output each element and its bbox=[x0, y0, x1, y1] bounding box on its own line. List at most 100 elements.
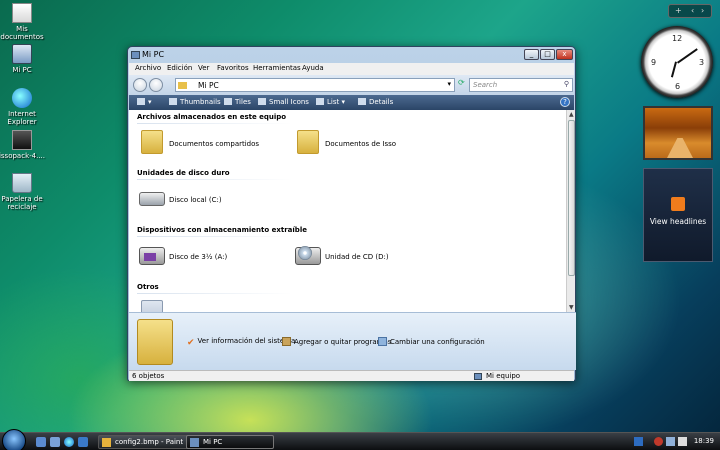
internet-explorer-icon bbox=[12, 88, 32, 108]
forward-button[interactable] bbox=[149, 78, 163, 92]
slideshow-gadget[interactable] bbox=[643, 106, 713, 160]
clock-gadget[interactable]: 12 3 6 9 bbox=[641, 26, 713, 98]
menu-bar: Archivo Edición Ver Favoritos Herramient… bbox=[129, 63, 574, 75]
view-list-button[interactable]: List ▾ bbox=[316, 98, 345, 106]
menu-ayuda[interactable]: Ayuda bbox=[302, 64, 324, 72]
rss-icon bbox=[671, 197, 685, 211]
vertical-scrollbar[interactable]: ▲ ▼ bbox=[566, 110, 575, 312]
chevron-down-icon[interactable]: ▾ bbox=[447, 80, 451, 88]
thumbnails-label: Thumbnails bbox=[180, 98, 221, 106]
view-small-icons-button[interactable]: Small Icons bbox=[258, 98, 309, 106]
security-icon[interactable] bbox=[654, 437, 663, 446]
desktop-icon-recycle-bin[interactable]: Papelera de reciclaje bbox=[0, 173, 48, 211]
window-titlebar[interactable]: Mi PC _ □ x bbox=[128, 47, 575, 63]
view-tiles-button[interactable]: Tiles bbox=[224, 98, 251, 106]
volume-icon[interactable] bbox=[678, 437, 687, 446]
item-label: Documentos de Isso bbox=[325, 140, 397, 148]
feed-headlines-gadget[interactable]: View headlines bbox=[643, 168, 713, 262]
other-item-partial[interactable] bbox=[137, 300, 167, 312]
address-bar[interactable]: Mi PC ▾ bbox=[175, 78, 455, 92]
language-icon[interactable] bbox=[634, 437, 643, 446]
switch-windows-icon[interactable] bbox=[50, 437, 60, 447]
group-header-removable-storage: Dispositivos con almacenamiento extraíbl… bbox=[137, 226, 307, 234]
start-button[interactable] bbox=[2, 429, 26, 450]
list-icon bbox=[316, 98, 324, 105]
task-add-remove-programs[interactable]: Agregar o quitar programas bbox=[282, 337, 391, 346]
menu-ver[interactable]: Ver bbox=[198, 64, 209, 72]
menu-archivo[interactable]: Archivo bbox=[135, 64, 161, 72]
computer-icon bbox=[131, 51, 140, 59]
scroll-up-icon[interactable]: ▲ bbox=[569, 111, 574, 118]
drive-item-cd-d[interactable]: Unidad de CD (D:) bbox=[293, 243, 443, 271]
desktop-icon-documents[interactable]: Mis documentos bbox=[0, 3, 48, 41]
task-label: Cambiar una configuración bbox=[390, 338, 485, 346]
taskbar-button-label: config2.bmp - Paint bbox=[115, 438, 184, 446]
minimize-button[interactable]: _ bbox=[524, 49, 539, 60]
clock-number-12: 12 bbox=[672, 34, 683, 43]
view-toolbar: ▾ Thumbnails Tiles Small Icons List ▾ De… bbox=[129, 95, 574, 110]
computer-icon bbox=[474, 373, 482, 380]
organize-button[interactable]: ▾ bbox=[137, 98, 152, 106]
drive-item-floppy-a[interactable]: Disco de 3½ (A:) bbox=[137, 243, 287, 271]
scrollbar-thumb[interactable] bbox=[568, 120, 575, 276]
cd-drive-icon bbox=[295, 246, 321, 265]
desktop-icon-computer[interactable]: Mi PC bbox=[0, 44, 48, 74]
explorer-window: Mi PC _ □ x Archivo Edición Ver Favorito… bbox=[127, 46, 576, 381]
view-details-button[interactable]: Details bbox=[358, 98, 393, 106]
floppy-drive-icon bbox=[139, 247, 165, 265]
file-list: Archivos almacenados en este equipo Docu… bbox=[129, 110, 566, 312]
item-label: Documentos compartidos bbox=[169, 140, 260, 148]
group-divider bbox=[137, 293, 292, 294]
folder-item-isso-documents[interactable]: Documentos de Isso bbox=[293, 130, 443, 158]
task-change-setting[interactable]: Cambiar una configuración bbox=[378, 337, 485, 346]
search-icon[interactable]: ⚲ bbox=[564, 80, 569, 88]
drive-item-local-disk-c[interactable]: Disco local (C:) bbox=[137, 186, 287, 214]
folder-icon bbox=[141, 300, 163, 312]
menu-favoritos[interactable]: Favoritos bbox=[217, 64, 249, 72]
search-input[interactable]: Search ⚲ bbox=[469, 78, 573, 92]
folder-icon bbox=[137, 319, 173, 365]
clock-minute-hand bbox=[677, 48, 698, 64]
status-location: Mi equipo bbox=[486, 372, 521, 380]
group-divider bbox=[137, 236, 292, 237]
scroll-down-icon[interactable]: ▼ bbox=[569, 304, 574, 311]
desktop-icon-internet-explorer[interactable]: Internet Explorer bbox=[0, 88, 48, 126]
list-label: List bbox=[327, 98, 340, 106]
back-button[interactable] bbox=[133, 78, 147, 92]
feed-headlines-label: View headlines bbox=[649, 217, 707, 226]
internet-explorer-icon[interactable] bbox=[64, 437, 74, 447]
show-desktop-icon[interactable] bbox=[36, 437, 46, 447]
item-label: Unidad de CD (D:) bbox=[325, 253, 389, 261]
close-button[interactable]: x bbox=[556, 49, 573, 60]
network-icon[interactable] bbox=[666, 437, 675, 446]
group-header-hard-disks: Unidades de disco duro bbox=[137, 169, 230, 177]
group-divider bbox=[137, 179, 292, 180]
details-pane: ✔ Ver información del sistema Agregar o q… bbox=[129, 312, 576, 370]
clock-number-3: 3 bbox=[699, 58, 705, 67]
taskbar-button-label: Mi PC bbox=[203, 438, 223, 446]
task-view-system-info[interactable]: ✔ Ver información del sistema bbox=[187, 337, 295, 348]
taskbar-button-paint[interactable]: config2.bmp - Paint bbox=[98, 435, 192, 449]
desktop-icon-issopack[interactable]: issopack-4.... bbox=[0, 130, 48, 160]
window-title: Mi PC bbox=[142, 50, 165, 59]
add-gadget-button[interactable]: + bbox=[675, 6, 682, 15]
task-label: Ver información del sistema bbox=[197, 337, 296, 345]
sidebar-controls: + ‹ › bbox=[668, 4, 712, 18]
status-bar: 6 objetos Mi equipo bbox=[129, 370, 574, 381]
taskbar-button-mi-pc[interactable]: Mi PC bbox=[186, 435, 274, 449]
clock-time[interactable]: 18:39 bbox=[694, 437, 714, 445]
maximize-button[interactable]: □ bbox=[540, 49, 555, 60]
menu-herramientas[interactable]: Herramientas bbox=[253, 64, 301, 72]
view-thumbnails-button[interactable]: Thumbnails bbox=[169, 98, 221, 106]
system-tray: 18:39 bbox=[632, 435, 720, 449]
programs-icon bbox=[282, 337, 291, 346]
folder-item-shared-documents[interactable]: Documentos compartidos bbox=[137, 130, 287, 158]
help-icon[interactable]: ? bbox=[560, 97, 570, 107]
search-placeholder: Search bbox=[473, 81, 498, 89]
application-icon bbox=[12, 130, 32, 150]
media-player-icon[interactable] bbox=[78, 437, 88, 447]
next-gadget-button[interactable]: › bbox=[701, 6, 704, 15]
previous-gadget-button[interactable]: ‹ bbox=[691, 6, 694, 15]
small-icons-icon bbox=[258, 98, 266, 105]
menu-edicion[interactable]: Edición bbox=[167, 64, 192, 72]
